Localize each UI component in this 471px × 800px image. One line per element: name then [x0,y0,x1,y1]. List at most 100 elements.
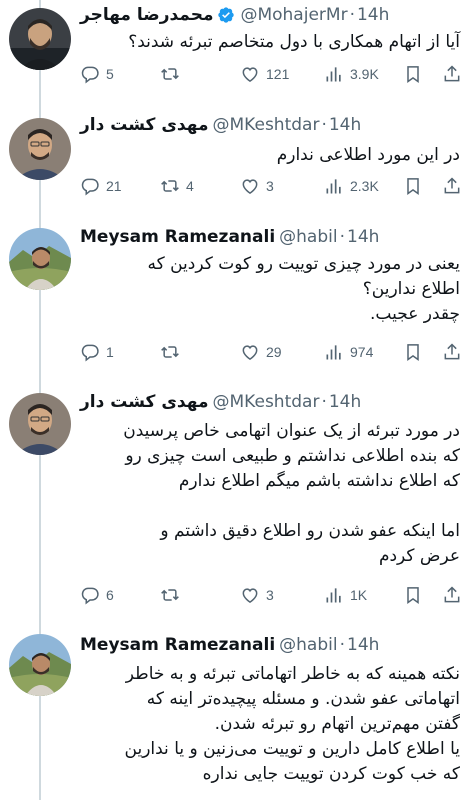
reply-button[interactable]: 6 [80,583,114,607]
avatar[interactable] [9,8,71,70]
display-name[interactable]: مهدی کشت دار [80,115,209,135]
handle[interactable]: @MKeshtdar [213,392,320,412]
views-icon [326,588,341,603]
timestamp[interactable]: 14h [329,115,361,135]
handle[interactable]: @MohajerMr [240,5,347,25]
separator-dot: · [339,227,345,247]
verified-badge-icon [218,7,235,23]
tweet-text-line: یا اطلاع کامل دارین و توییت می‌زنین و یا… [124,739,460,759]
handle[interactable]: @habil [279,227,337,247]
bookmark-icon [407,178,419,195]
tweet-text-line: آیا از اتهام همکاری با دول متخاصم تبرئه … [128,32,460,52]
timestamp[interactable]: 14h [347,635,379,655]
handle[interactable]: @MKeshtdar [213,115,320,135]
tweet-header: Meysam Ramezanali @habil · 14h [80,632,379,658]
retweet-icon [161,346,179,358]
tweet-header: مهدی کشت دار @MKeshtdar · 14h [80,112,361,138]
avatar[interactable] [9,228,71,290]
retweet-button[interactable]: 4 [160,174,194,198]
tweet-text-line: که اطلاع نداشته باشم میگم اطلاع ندارم [178,471,460,491]
handle[interactable]: @habil [279,635,337,655]
heart-icon [242,67,258,82]
views-icon [326,67,341,82]
timestamp[interactable]: 14h [347,227,379,247]
tweet-actions: 21 4 3 2.3K [80,174,465,198]
retweet-count: 4 [186,178,194,194]
like-button[interactable]: 3 [240,174,274,198]
display-name[interactable]: Meysam Ramezanali [80,227,275,247]
reply-icon [81,178,99,196]
reply-button[interactable]: 21 [80,174,122,198]
bookmark-button[interactable] [403,340,429,364]
tweet-text-line: که بنده اطلاعی نداشتم و طبیعی است چیزی ر… [125,446,460,466]
tweet[interactable]: مهدی کشت دار @MKeshtdar · 14h در این مور… [0,110,471,210]
tweet[interactable]: Meysam Ramezanali @habil · 14h نکته همین… [0,630,471,800]
reply-count: 6 [106,587,114,603]
views-button[interactable]: 2.3K [324,174,379,198]
reply-count: 1 [106,344,114,360]
separator-dot: · [321,115,327,135]
retweet-icon [161,68,179,80]
views-button[interactable]: 3.9K [324,62,379,86]
avatar-image [9,634,71,696]
reply-icon [81,66,99,84]
tweet-text-line: چقدر عجیب. [370,304,460,324]
tweet-text: نکته همینه که به خاطر اتهاماتی تبرئه و ب… [80,662,460,787]
reply-icon [81,344,99,362]
tweet-header: Meysam Ramezanali @habil · 14h [80,224,379,250]
bookmark-button[interactable] [403,62,429,86]
share-button[interactable] [442,174,468,198]
retweet-button[interactable] [160,583,186,607]
tweet-text: یعنی در مورد چیزی توییت رو کوت کردین که … [80,252,460,327]
avatar[interactable] [9,393,71,455]
views-icon [326,345,341,360]
retweet-button[interactable] [160,62,186,86]
reply-count: 5 [106,66,114,82]
tweet-text-line: اما اینکه عفو شدن رو اطلاع دقیق داشتم و [160,521,460,541]
tweet[interactable]: مهدی کشت دار @MKeshtdar · 14h در مورد تب… [0,387,471,617]
separator-dot: · [321,392,327,412]
view-count: 1K [350,587,368,603]
share-button[interactable] [442,583,468,607]
reply-icon [81,587,99,605]
retweet-icon [161,180,179,192]
like-button[interactable]: 29 [240,340,282,364]
like-button[interactable]: 121 [240,62,289,86]
views-button[interactable]: 1K [324,583,367,607]
retweet-button[interactable] [160,340,186,364]
display-name[interactable]: مهدی کشت دار [80,392,209,412]
share-button[interactable] [442,62,468,86]
tweet[interactable]: Meysam Ramezanali @habil · 14h یعنی در م… [0,222,471,372]
like-count: 121 [266,66,290,82]
tweet-text: آیا از اتهام همکاری با دول متخاصم تبرئه … [80,30,460,55]
avatar[interactable] [9,118,71,180]
bookmark-icon [407,66,419,83]
tweet-text-line: در این مورد اطلاعی ندارم [276,145,460,165]
like-count: 3 [266,178,274,194]
timestamp[interactable]: 14h [357,5,389,25]
display-name[interactable]: محمدرضا مهاجر [80,5,213,25]
view-count: 3.9K [350,66,379,82]
avatar[interactable] [9,634,71,696]
bookmark-button[interactable] [403,583,429,607]
tweet-text-line: اتهاماتی عفو شدن. و مسئله پیچیده‌تر اینه… [146,689,460,709]
like-button[interactable]: 3 [240,583,274,607]
views-button[interactable]: 974 [324,340,373,364]
avatar-image [9,8,71,70]
tweet[interactable]: محمدرضا مهاجر @MohajerMr · 14h آیا از ات… [0,0,471,100]
heart-icon [242,179,258,194]
view-count: 2.3K [350,178,379,194]
timestamp[interactable]: 14h [329,392,361,412]
bookmark-button[interactable] [403,174,429,198]
reply-button[interactable]: 5 [80,62,114,86]
heart-icon [242,588,258,603]
display-name[interactable]: Meysam Ramezanali [80,635,275,655]
share-icon [444,65,460,82]
tweet-text: در مورد تبرئه از یک عنوان اتهامی خاص پرس… [80,419,460,569]
tweet-text-line: که خب کوت کردن توییت جایی نداره [202,764,460,784]
bookmark-icon [407,344,419,361]
share-button[interactable] [442,340,468,364]
reply-button[interactable]: 1 [80,340,114,364]
bookmark-icon [407,587,419,604]
avatar-image [9,228,71,290]
